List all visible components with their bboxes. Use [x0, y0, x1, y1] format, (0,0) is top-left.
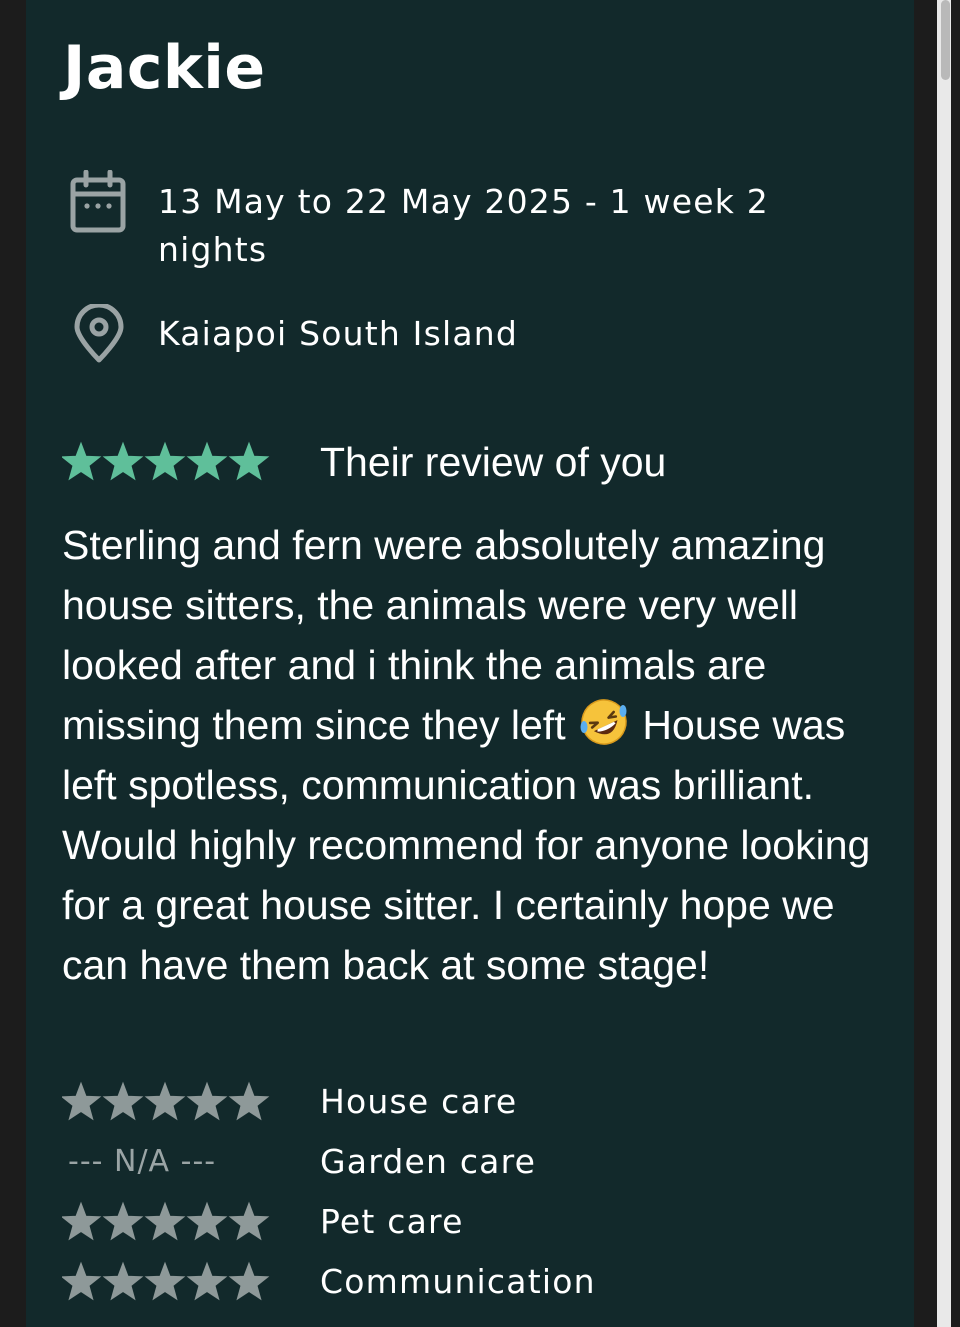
rating-row-garden-care: --- N/A --- Garden care [62, 1136, 882, 1188]
reviewer-name: Jackie [63, 33, 266, 103]
overall-rating-row: Their review of you [62, 436, 882, 488]
star-5 [228, 1261, 270, 1301]
scrollbar-track[interactable] [937, 0, 951, 1327]
star-1 [62, 1201, 102, 1241]
communication-star-rating [62, 1261, 270, 1301]
star-3 [144, 1261, 186, 1301]
scrollbar-thumb[interactable] [941, 0, 950, 80]
rolling-on-floor-laughing-emoji-icon [580, 699, 627, 745]
stay-dates: 13 May to 22 May 2025 - 1 week 2 nights [158, 182, 769, 269]
review-card: Jackie 13 May to 22 May 2025 - 1 week 2 … [26, 0, 914, 1327]
star-4 [186, 441, 228, 481]
calendar-icon [70, 170, 126, 233]
star-4 [186, 1261, 228, 1301]
star-3 [144, 1081, 186, 1121]
garden-care-na: --- N/A --- [68, 1144, 217, 1179]
star-2 [102, 1201, 144, 1241]
pet-care-star-rating [62, 1201, 270, 1241]
star-4 [186, 1201, 228, 1241]
overall-star-rating [62, 441, 270, 481]
star-2 [102, 1081, 144, 1121]
star-5 [228, 1201, 270, 1241]
review-text: Sterling and fern were absolutely amazin… [62, 515, 888, 995]
star-3 [144, 1201, 186, 1241]
star-4 [186, 1081, 228, 1121]
rating-row-communication: Communication [62, 1256, 882, 1308]
rating-label-garden-care: Garden care [320, 1142, 537, 1181]
rating-row-house-care: House care [62, 1076, 882, 1128]
rating-label-pet-care: Pet care [320, 1202, 464, 1241]
star-1 [62, 1261, 102, 1301]
rating-label-communication: Communication [320, 1262, 596, 1301]
stay-location: Kaiapoi South Island [158, 314, 519, 353]
star-5 [228, 1081, 270, 1121]
rating-label-house-care: House care [320, 1082, 518, 1121]
star-1 [62, 1081, 102, 1121]
star-3 [144, 441, 186, 481]
star-2 [102, 441, 144, 481]
star-1 [62, 441, 102, 481]
map-pin-icon [74, 304, 124, 363]
review-heading: Their review of you [320, 439, 667, 485]
house-care-star-rating [62, 1081, 270, 1121]
rating-row-pet-care: Pet care [62, 1196, 882, 1248]
star-2 [102, 1261, 144, 1301]
star-5 [228, 441, 270, 481]
